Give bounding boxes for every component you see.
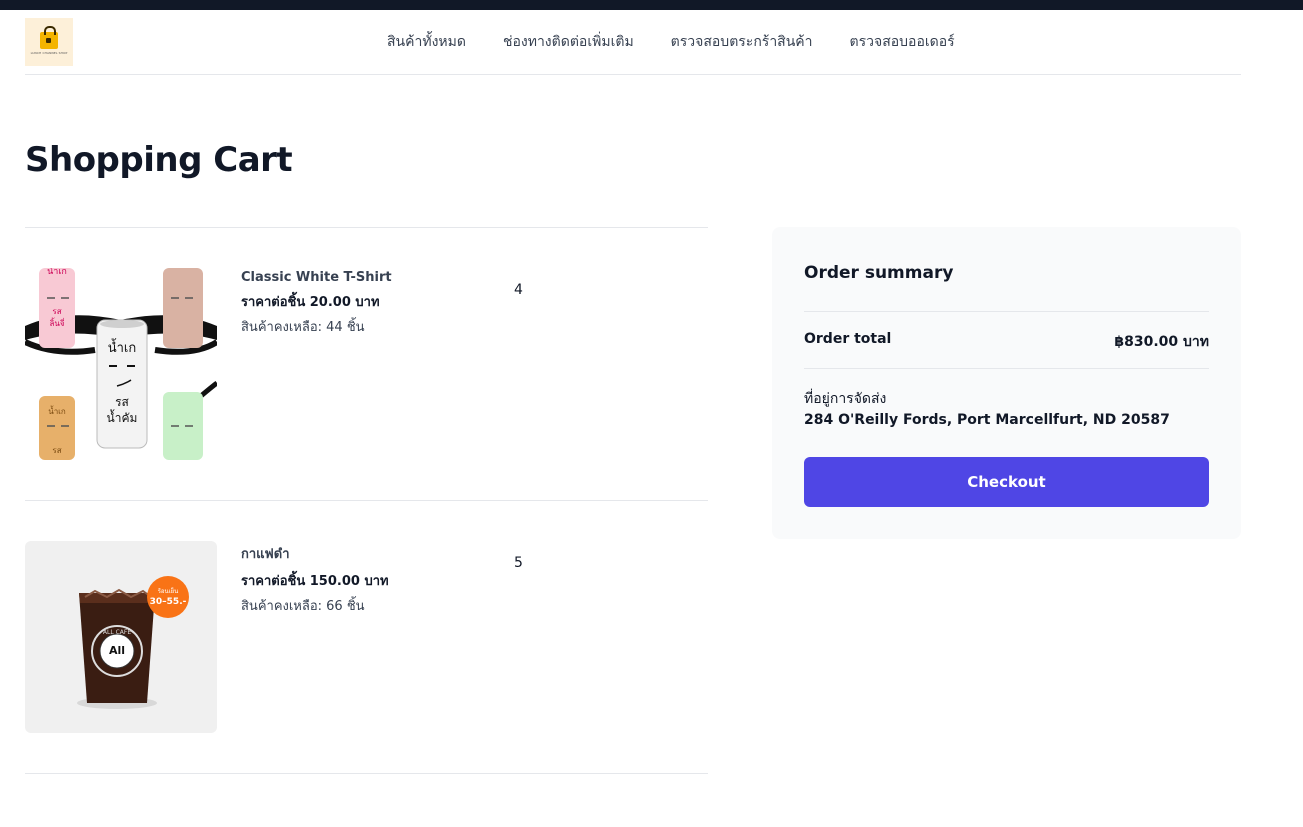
- cart-list: น้ำเก รส ลิ้นจี่ น้ำเก รส น้ำเก รส น้ำคั…: [25, 227, 708, 774]
- nav-check-cart[interactable]: ตรวจสอบตระกร้าสินค้า: [671, 31, 813, 53]
- site-header: LUNCH CHANNEL SHOP สินค้าทั้งหมด ช่องทาง…: [25, 10, 1241, 75]
- can-label: ลิ้นจี่: [49, 317, 64, 328]
- item-stock: สินค้าคงเหลือ: 44 ชิ้น: [241, 320, 365, 335]
- item-price: ราคาต่อชิ้น 20.00 บาท: [241, 295, 380, 310]
- can-label: รส: [52, 446, 61, 455]
- can-label: น้ำเก: [47, 268, 67, 277]
- item-info: กาแฟดำ ราคาต่อชิ้น 150.00 บาท สินค้าคงเห…: [241, 543, 389, 616]
- item-stock: สินค้าคงเหลือ: 66 ชิ้น: [241, 599, 365, 614]
- can-label: น้ำเก: [48, 405, 66, 416]
- item-name[interactable]: กาแฟดำ: [241, 543, 389, 564]
- order-total-value: ฿830.00 บาท: [1114, 334, 1209, 350]
- cup-ring-text: ALL CAFE: [103, 629, 131, 636]
- shipping-address: 284 O'Reilly Fords, Port Marcellfurt, ND…: [804, 412, 1170, 428]
- cart-item: น้ำเก รส ลิ้นจี่ น้ำเก รส น้ำเก รส น้ำคั…: [25, 228, 708, 501]
- order-summary: Order summary Order total ฿830.00 บาท ที…: [772, 227, 1241, 539]
- cans-product-image[interactable]: น้ำเก รส ลิ้นจี่ น้ำเก รส น้ำเก รส น้ำคั…: [25, 268, 217, 460]
- can-label: น้ำเก: [108, 338, 137, 356]
- badge-line2: 30–55.-: [150, 597, 187, 607]
- badge-line1: ร้อนเย็น: [158, 586, 179, 595]
- shopping-bag-icon: [40, 25, 58, 49]
- shop-logo[interactable]: LUNCH CHANNEL SHOP: [25, 18, 73, 66]
- cart-item: All ALL CAFE ร้อนเย็น 30–55.- กาแฟดำ ราค…: [25, 501, 708, 774]
- main-nav: สินค้าทั้งหมด ช่องทางติดต่อเพิ่มเติม ตรว…: [387, 10, 992, 74]
- order-total-label: Order total: [804, 331, 892, 347]
- divider: [804, 311, 1209, 312]
- can-label: รส: [52, 307, 61, 316]
- coffee-illustration: All ALL CAFE ร้อนเย็น 30–55.-: [25, 541, 217, 733]
- item-quantity[interactable]: 4: [514, 282, 523, 298]
- top-bar: [0, 0, 1303, 10]
- logo-text: LUNCH CHANNEL SHOP: [30, 51, 68, 55]
- can-label: รส: [115, 395, 129, 409]
- summary-title: Order summary: [804, 263, 954, 283]
- item-quantity[interactable]: 5: [514, 555, 523, 571]
- item-name[interactable]: Classic White T-Shirt: [241, 270, 392, 285]
- shipping-address-label: ที่อยู่การจัดส่ง: [804, 391, 887, 407]
- cans-illustration: น้ำเก รส ลิ้นจี่ น้ำเก รส น้ำเก รส น้ำคั…: [25, 268, 217, 460]
- nav-all-products[interactable]: สินค้าทั้งหมด: [387, 31, 466, 53]
- nav-check-orders[interactable]: ตรวจสอบออเดอร์: [850, 31, 955, 53]
- item-price: ราคาต่อชิ้น 150.00 บาท: [241, 574, 389, 589]
- iced-coffee-image[interactable]: All ALL CAFE ร้อนเย็น 30–55.-: [25, 541, 217, 733]
- item-info: Classic White T-Shirt ราคาต่อชิ้น 20.00 …: [241, 270, 392, 337]
- divider: [804, 368, 1209, 369]
- nav-contact[interactable]: ช่องทางติดต่อเพิ่มเติม: [503, 31, 634, 53]
- page-title: Shopping Cart: [25, 140, 293, 180]
- can-label: น้ำคัม: [107, 409, 138, 425]
- checkout-button[interactable]: Checkout: [804, 457, 1209, 507]
- cup-brand-text: All: [109, 644, 125, 657]
